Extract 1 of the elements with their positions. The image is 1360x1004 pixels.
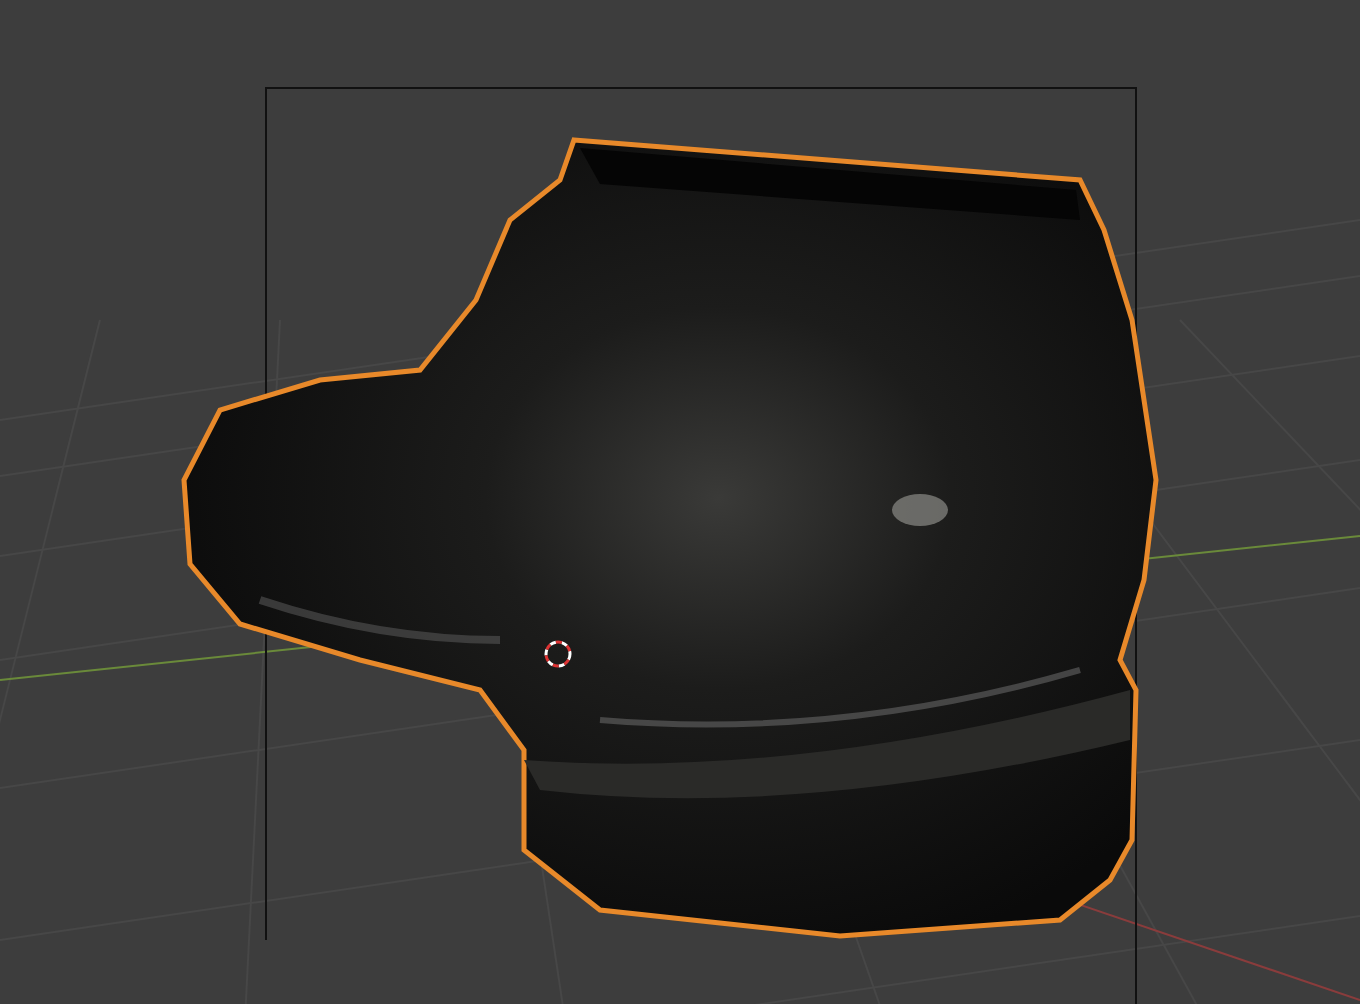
3d-cursor-icon	[544, 640, 572, 668]
